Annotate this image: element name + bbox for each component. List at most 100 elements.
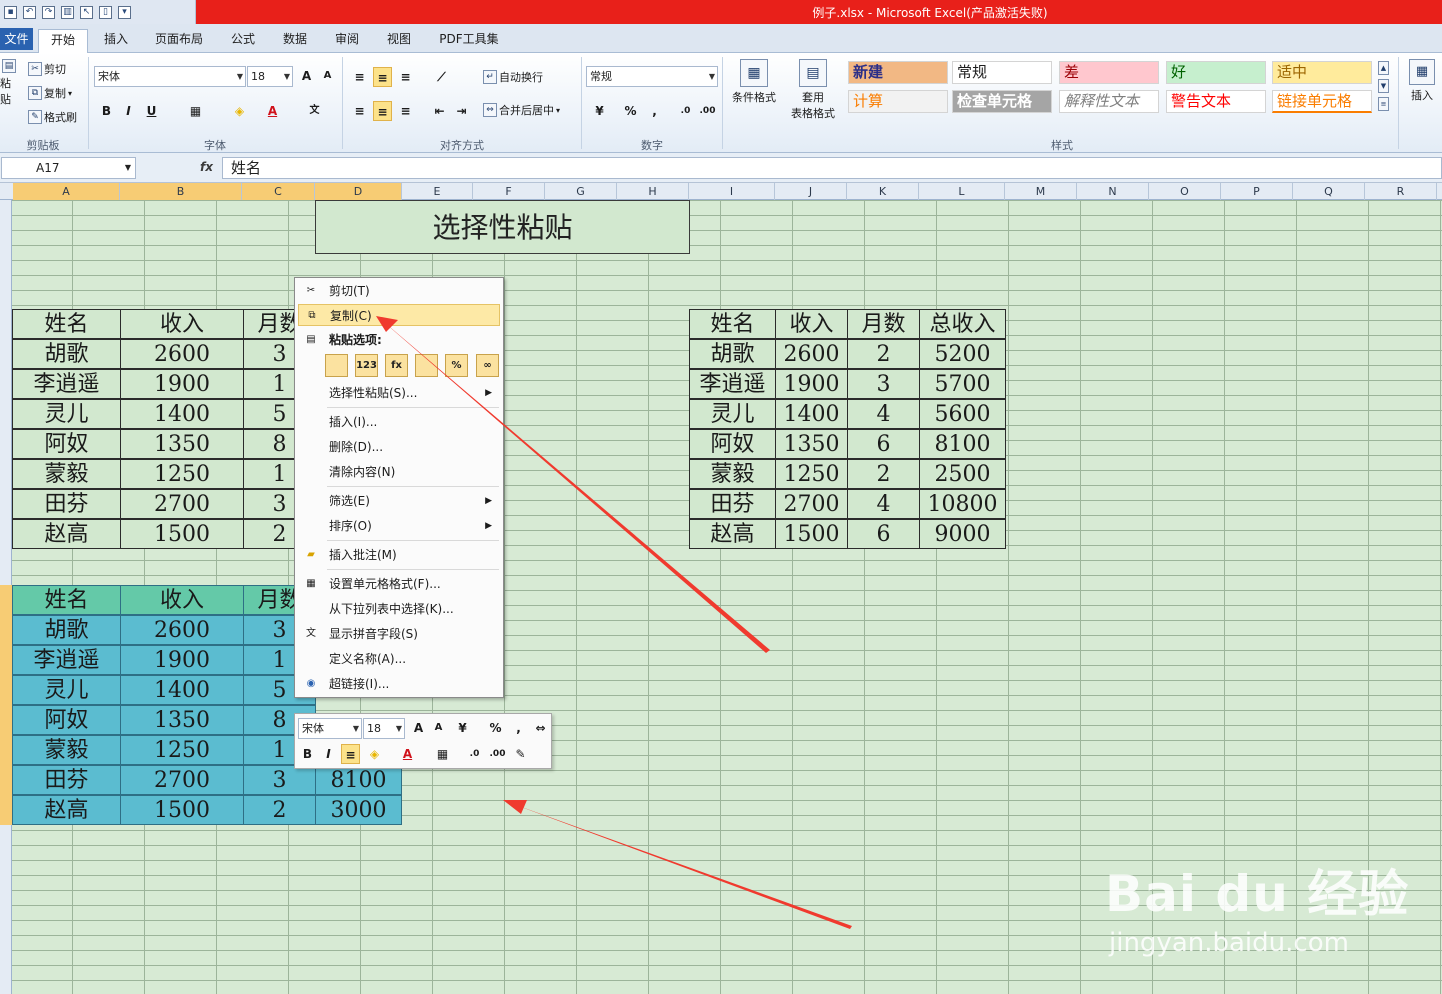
currency-icon[interactable]: ¥ bbox=[590, 101, 609, 121]
column-header-m[interactable]: M bbox=[1005, 183, 1077, 200]
cell-style-item[interactable]: 常规 bbox=[952, 61, 1052, 84]
column-header-f[interactable]: F bbox=[473, 183, 545, 200]
increase-indent-icon[interactable]: ⇥ bbox=[452, 101, 471, 121]
table-cell[interactable]: 田芬 bbox=[12, 765, 121, 795]
mini-size-select[interactable]: 18 ▼ bbox=[363, 718, 405, 739]
table-header-cell[interactable]: 收入 bbox=[775, 309, 848, 339]
bold-icon[interactable]: B bbox=[298, 744, 317, 764]
menu-item-delete[interactable]: 删除(D)... bbox=[298, 436, 500, 458]
menu-item-define-name[interactable]: 定义名称(A)... bbox=[298, 648, 500, 670]
more-icon[interactable]: ≡ bbox=[1378, 97, 1389, 111]
align-top-icon[interactable]: ≡ bbox=[350, 67, 369, 87]
table-cell[interactable]: 李逍遥 bbox=[689, 369, 776, 399]
tab-data[interactable]: 数据 bbox=[278, 29, 312, 53]
paste-option-button[interactable]: fx bbox=[385, 354, 408, 377]
table-cell[interactable]: 田芬 bbox=[12, 489, 121, 519]
column-header-d[interactable]: D bbox=[315, 183, 402, 200]
column-header-l[interactable]: L bbox=[919, 183, 1005, 200]
menu-item-paste-special[interactable]: 选择性粘贴(S)... ▶ bbox=[298, 382, 500, 404]
menu-item-cut[interactable]: ✂ 剪切(T) bbox=[298, 280, 500, 302]
redo-icon[interactable]: ↷ bbox=[42, 5, 55, 19]
border-icon[interactable]: ▦ bbox=[433, 744, 452, 764]
fill-color-icon[interactable]: ◈ bbox=[365, 744, 384, 764]
paste-option-button[interactable]: 123 bbox=[355, 354, 378, 377]
table-format-button[interactable]: ▤ 套用 表格格式 bbox=[783, 59, 843, 121]
table-cell[interactable]: 1400 bbox=[120, 399, 244, 429]
cell-style-item[interactable]: 好 bbox=[1166, 61, 1266, 84]
tab-review[interactable]: 审阅 bbox=[330, 29, 364, 53]
percent-icon[interactable]: % bbox=[486, 718, 505, 738]
table-cell[interactable]: 2500 bbox=[919, 459, 1006, 489]
table-header-cell[interactable]: 收入 bbox=[120, 585, 244, 615]
align-bottom-icon[interactable]: ≡ bbox=[396, 67, 415, 87]
decrease-indent-icon[interactable]: ⇤ bbox=[430, 101, 449, 121]
column-header-e[interactable]: E bbox=[402, 183, 473, 200]
menu-item-phonetic[interactable]: 文显示拼音字段(S) bbox=[298, 623, 500, 645]
paste-button[interactable]: ▤ 粘贴 bbox=[0, 59, 18, 106]
column-header-i[interactable]: I bbox=[689, 183, 775, 200]
cell-style-item[interactable]: 差 bbox=[1059, 61, 1159, 84]
column-header-j[interactable]: J bbox=[775, 183, 847, 200]
increase-decimal-icon[interactable]: .0 bbox=[465, 744, 484, 764]
wrap-text-button[interactable]: ↵ 自动换行 bbox=[483, 69, 543, 85]
table-cell[interactable]: 李逍遥 bbox=[12, 645, 121, 675]
table-cell[interactable]: 田芬 bbox=[689, 489, 776, 519]
new-file-icon[interactable]: ▯ bbox=[99, 5, 112, 19]
menu-item-format-cells[interactable]: ▦ 设置单元格格式(F)... bbox=[298, 573, 500, 595]
border-icon[interactable]: ▦ bbox=[186, 101, 205, 121]
cell-style-item[interactable]: 检查单元格 bbox=[952, 90, 1052, 113]
tab-view[interactable]: 视图 bbox=[382, 29, 416, 53]
table-cell[interactable]: 阿奴 bbox=[12, 429, 121, 459]
shrink-font-icon[interactable]: A bbox=[318, 66, 337, 86]
table-header-cell[interactable]: 姓名 bbox=[12, 309, 121, 339]
menu-item-filter[interactable]: 筛选(E) ▶ bbox=[298, 490, 500, 512]
tab-formulas[interactable]: 公式 bbox=[226, 29, 260, 53]
tab-file[interactable]: 文件 bbox=[0, 28, 33, 50]
tab-insert[interactable]: 插入 bbox=[100, 29, 132, 53]
paste-option-button[interactable]: % bbox=[445, 354, 468, 377]
table-cell[interactable]: 9000 bbox=[919, 519, 1006, 549]
column-header-a[interactable]: A bbox=[13, 183, 120, 200]
column-header-k[interactable]: K bbox=[847, 183, 919, 200]
table-cell[interactable]: 2 bbox=[243, 795, 316, 825]
table-cell[interactable]: 2600 bbox=[120, 615, 244, 645]
font-color-icon[interactable]: A bbox=[398, 744, 417, 764]
decrease-decimal-icon[interactable]: .00 bbox=[698, 101, 717, 121]
paste-option-button[interactable] bbox=[415, 354, 438, 377]
comma-icon[interactable]: , bbox=[509, 718, 528, 738]
tab-home[interactable]: 开始 bbox=[38, 29, 88, 54]
table-cell[interactable]: 2700 bbox=[120, 765, 244, 795]
table-cell[interactable]: 1250 bbox=[775, 459, 848, 489]
table-cell[interactable]: 灵儿 bbox=[689, 399, 776, 429]
align-middle-icon[interactable]: ≡ bbox=[373, 67, 392, 87]
table-cell[interactable]: 赵高 bbox=[12, 795, 121, 825]
table-cell[interactable]: 5200 bbox=[919, 339, 1006, 369]
column-header-b[interactable]: B bbox=[120, 183, 242, 200]
table-cell[interactable]: 5700 bbox=[919, 369, 1006, 399]
table-cell[interactable]: 5600 bbox=[919, 399, 1006, 429]
table-cell[interactable]: 阿奴 bbox=[12, 705, 121, 735]
cell-style-item[interactable]: 计算 bbox=[848, 90, 948, 113]
cell-style-item[interactable]: 新建 bbox=[848, 61, 948, 84]
table-cell[interactable]: 8100 bbox=[919, 429, 1006, 459]
table-cell[interactable]: 2 bbox=[847, 339, 920, 369]
customize-icon[interactable]: ▾ bbox=[118, 5, 131, 19]
table-cell[interactable]: 1250 bbox=[120, 459, 244, 489]
bold-button[interactable]: B bbox=[97, 101, 116, 121]
table-cell[interactable]: 胡歌 bbox=[12, 339, 121, 369]
fill-color-icon[interactable]: ◈ bbox=[230, 101, 249, 121]
table-cell[interactable]: 2600 bbox=[775, 339, 848, 369]
menu-item-sort[interactable]: 排序(O) ▶ bbox=[298, 515, 500, 537]
merge-center-button[interactable]: ⇔ 合并后居中 ▾ bbox=[483, 102, 560, 118]
table-cell[interactable]: 4 bbox=[847, 399, 920, 429]
tab-page-layout[interactable]: 页面布局 bbox=[150, 29, 208, 53]
paste-option-button[interactable]: ∞ bbox=[476, 354, 499, 377]
chevron-down-icon[interactable]: ▼ bbox=[1378, 79, 1389, 93]
shrink-font-icon[interactable]: A bbox=[429, 718, 448, 738]
table-cell[interactable]: 6 bbox=[847, 519, 920, 549]
mini-font-select[interactable]: 宋体 ▼ bbox=[298, 718, 362, 739]
pointer-icon[interactable]: ↖ bbox=[80, 5, 93, 19]
column-header-h[interactable]: H bbox=[617, 183, 689, 200]
table-cell[interactable]: 赵高 bbox=[12, 519, 121, 549]
table-cell[interactable]: 3 bbox=[243, 765, 316, 795]
